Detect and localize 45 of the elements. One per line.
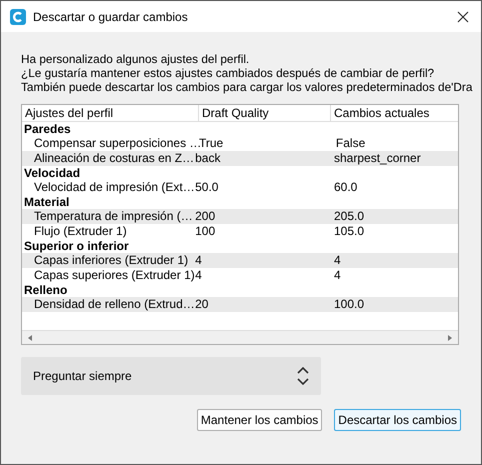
table-cell-text: 100 xyxy=(195,224,216,239)
table-cell-text: Compensar superposiciones … xyxy=(33,136,199,151)
window-title: Descartar o guardar cambios xyxy=(33,10,189,24)
table-cell-text: sharpest_corner xyxy=(333,151,422,166)
column-header[interactable]: Ajustes del perfil xyxy=(22,105,199,121)
horizontal-scrollbar[interactable] xyxy=(22,330,458,344)
table-cell-text: False xyxy=(334,136,366,151)
category-label: Superior o inferior xyxy=(24,239,129,253)
message-text: Ha personalizado algunos ajustes del perfil. xyxy=(21,52,250,66)
table-cell-text: back xyxy=(195,151,222,166)
column-header[interactable]: Draft Quality xyxy=(199,105,331,121)
message-text: También puede descartar los cambios para cargar los valores predeterminados de'Dra xyxy=(21,80,474,94)
table-cell-text: 205.0 xyxy=(333,209,366,224)
table-cell-text: 60.0 xyxy=(333,180,358,195)
category-label: Material xyxy=(24,195,70,209)
category-label: Relleno xyxy=(24,283,68,297)
table-cell-text: Alineación de costuras en Z… xyxy=(33,151,196,166)
column-header[interactable]: Cambios actuales xyxy=(331,105,458,121)
table-cell-text: Velocidad de impresión (Ext… xyxy=(33,180,196,195)
table-cell-text: Flujo (Extruder 1) xyxy=(33,224,128,239)
table-cell-text: 200 xyxy=(195,209,216,224)
chevron-up-down-icon xyxy=(297,367,309,385)
table-cell-text: Capas superiores (Extruder 1) xyxy=(33,268,196,283)
dialog-button[interactable]: Descartar los cambios xyxy=(334,409,461,431)
table-cell-text: Temperatura de impresión (… xyxy=(33,209,194,224)
table-cell-text: 50.0 xyxy=(195,180,220,195)
table-cell-text: Capas inferiores (Extruder 1) xyxy=(33,253,190,268)
category-label: Velocidad xyxy=(24,166,80,180)
table-cell-text: 105.0 xyxy=(333,224,366,239)
dialog-button[interactable]: Mantener los cambios xyxy=(196,409,322,431)
table-cell-text: 4 xyxy=(333,268,342,283)
table-cell-text: Densidad de relleno (Extrud… xyxy=(33,297,196,312)
message-text: ¿Le gustaría mantener estos ajustes cambiados después de cambiar de perfil? xyxy=(21,66,436,80)
scroll-left-icon[interactable] xyxy=(28,334,32,340)
scroll-right-icon[interactable] xyxy=(448,334,452,340)
table-cell-text: 4 xyxy=(333,253,342,268)
table-cell-text: True xyxy=(199,136,224,151)
app-logo-icon xyxy=(10,8,26,24)
category-label: Paredes xyxy=(24,122,71,136)
table-cell-text: 4 xyxy=(195,268,203,283)
table-cell-text: 20 xyxy=(195,297,210,312)
dropdown[interactable]: Preguntar siempre xyxy=(21,357,321,395)
table-cell-text: 100.0 xyxy=(333,297,366,312)
close-icon[interactable] xyxy=(457,10,469,22)
table-cell-text: 4 xyxy=(195,253,203,268)
